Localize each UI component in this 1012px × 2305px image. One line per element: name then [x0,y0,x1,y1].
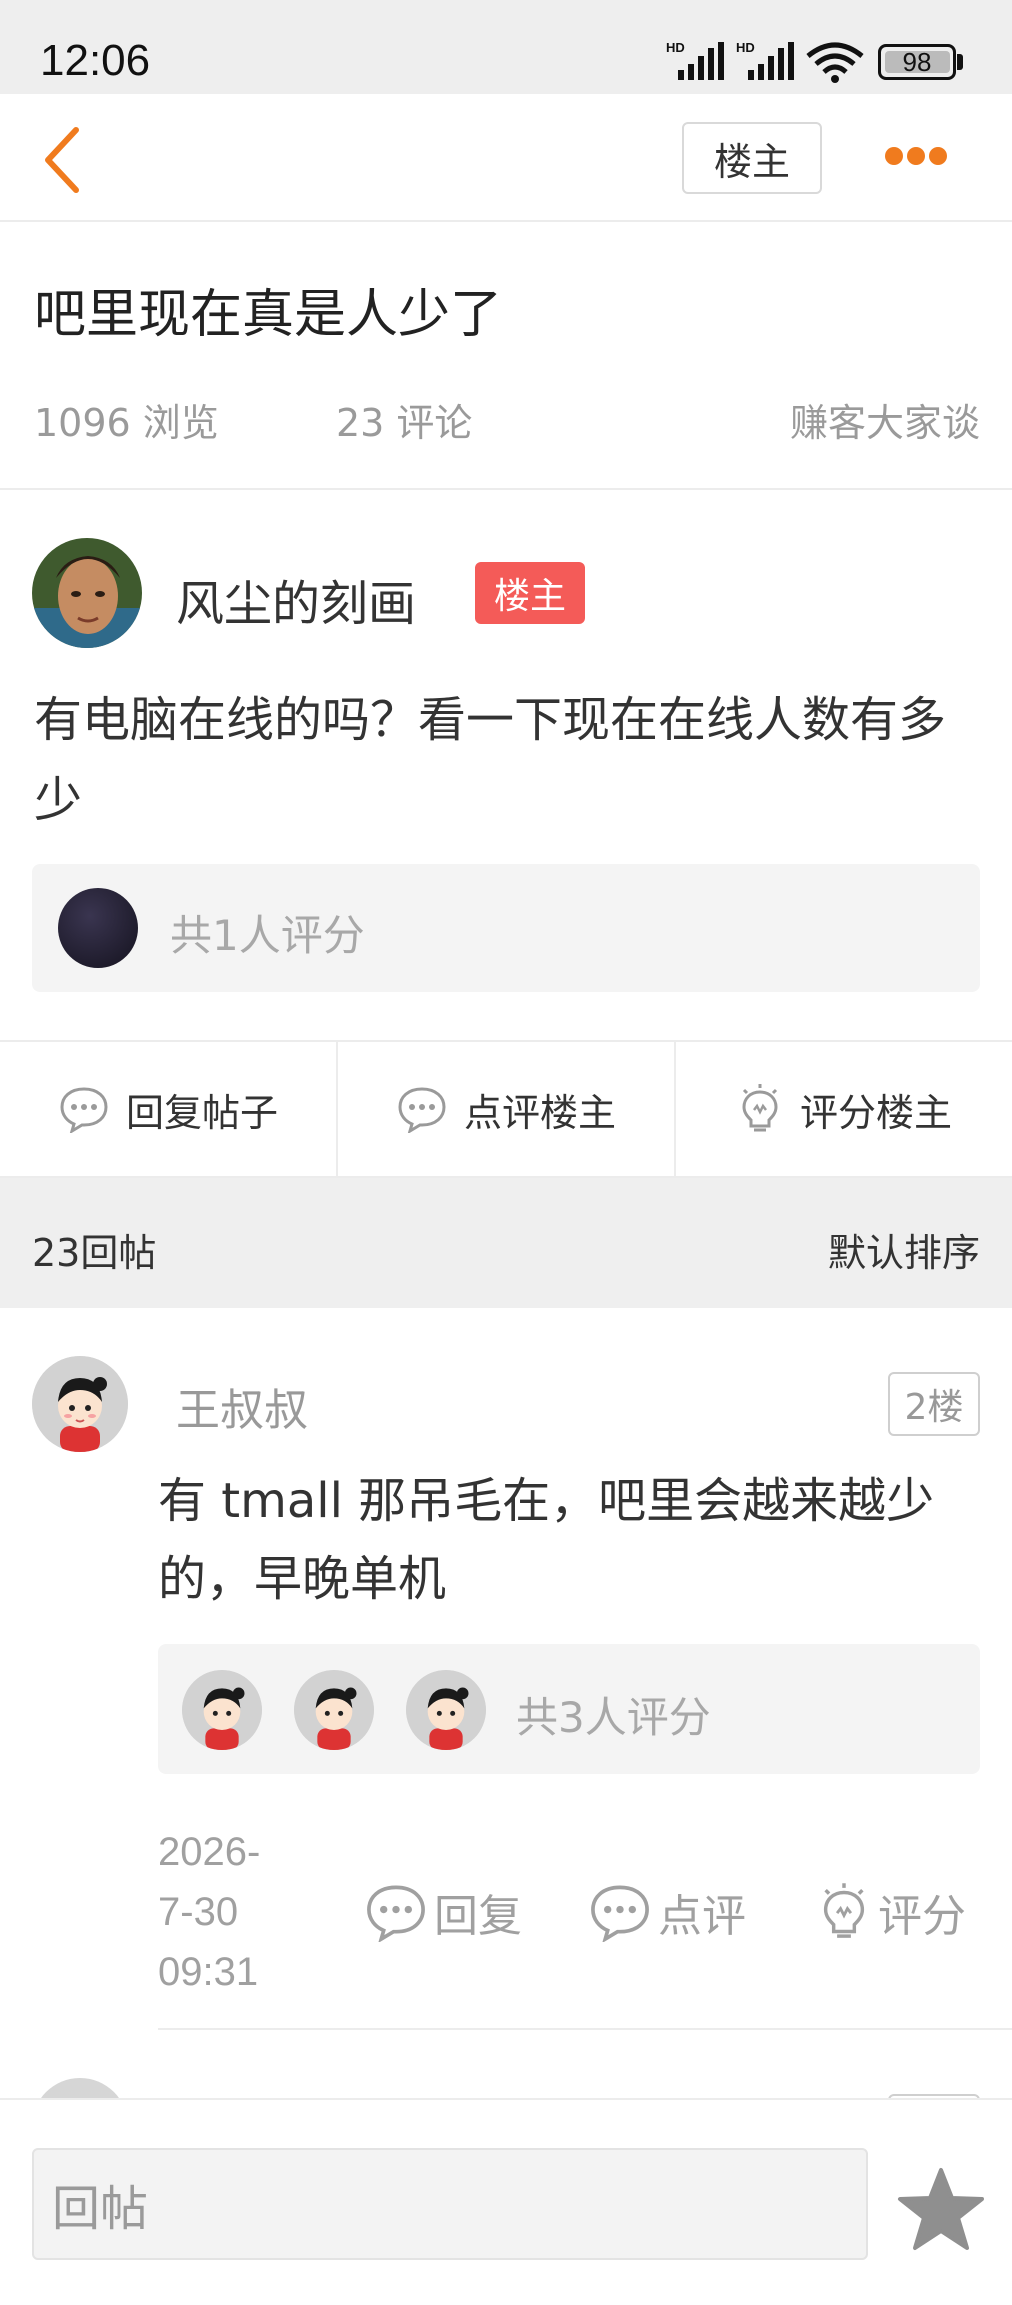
reply-reply-button[interactable]: 回复 [364,1880,522,1944]
reply-rate-button[interactable]: 评分 [816,1880,966,1944]
reply-label: 回复 [434,1891,522,1942]
view-count: 1096 浏览 [34,401,219,445]
reply-count: 23回帖 [32,1231,157,1275]
reply-comment-button[interactable]: 点评 [588,1880,746,1944]
rater-avatar [58,888,138,968]
date-line: 7-30 [158,1890,239,1934]
rate-label: 评分 [878,1891,966,1942]
top-nav: 楼主 [0,94,1012,222]
comment-count: 23 评论 [336,401,473,445]
more-dots-icon[interactable] [884,146,948,166]
reply-body: 有 tmall 那吊毛在，吧里会越来越少的，早晚单机 [158,1473,935,1607]
hd-signal-icon: HD [666,40,724,80]
floor-badge: 2楼 [888,1372,980,1436]
comment-owner-label: 点评楼主 [463,1090,616,1135]
reply-avatar[interactable] [32,1356,128,1452]
reply-timestamp: 2026- 7-30 09:31 [158,1822,298,2002]
battery-tip [957,54,963,70]
divider [0,488,1012,490]
svg-text:HD: HD [736,40,755,55]
sort-button[interactable]: 默认排序 [828,1222,980,1277]
battery-level: 98 [902,46,932,77]
reply-rating-summary[interactable]: 共3人评分 [158,1644,980,1774]
rating-summary-text: 共3人评分 [516,1693,711,1742]
post-body: 有电脑在线的吗？看一下现在在线人数有多少 [34,692,947,828]
rating-summary-text: 共1人评分 [170,911,365,960]
comment-label: 点评 [658,1891,746,1942]
date-line: 2026- [158,1830,261,1874]
comment-bubble-icon [398,1087,446,1133]
svg-text:HD: HD [666,40,685,55]
star-icon[interactable] [896,2166,986,2254]
wifi-icon [806,42,864,83]
post-action-row: 回复帖子 点评楼主 评分楼主 [0,1040,1012,1178]
back-chevron-icon[interactable] [36,122,96,198]
battery-icon: 98 [878,44,956,80]
post-rating-summary[interactable]: 共1人评分 [32,864,980,992]
owner-badge: 楼主 [475,562,585,624]
rate-owner-label: 评分楼主 [799,1090,952,1135]
post-title: 吧里现在真是人少了 [34,285,503,345]
time-line: 09:31 [158,1950,259,1994]
comment-bubble-icon [367,1885,425,1942]
reply-username[interactable]: 王叔叔 [176,1374,308,1438]
status-time: 12:06 [40,36,151,85]
owner-only-button[interactable]: 楼主 [682,122,822,194]
rater-avatar [294,1670,374,1750]
comment-owner-button[interactable]: 点评楼主 [338,1042,676,1176]
replies-header: 23回帖 默认排序 [0,1178,1012,1308]
status-bar: 12:06 HD HD 98 [0,0,1012,94]
lightbulb-icon [823,1883,865,1938]
author-avatar[interactable] [32,538,142,648]
divider [158,2028,1012,2030]
hd-signal-icon: HD [736,40,794,80]
lightbulb-icon [742,1084,778,1132]
reply-input[interactable]: 回帖 [32,2148,868,2260]
rate-owner-button[interactable]: 评分楼主 [676,1042,1012,1176]
reply-post-label: 回复帖子 [125,1090,278,1135]
bottom-reply-bar: 回帖 [0,2098,1012,2305]
author-name[interactable]: 风尘的刻画 [176,564,416,634]
page: 12:06 HD HD 98 楼主 吧里现在真是人少了 1096 浏览 23 评… [0,0,1012,2305]
forum-name[interactable]: 赚客大家谈 [790,392,980,447]
rater-avatar [182,1670,262,1750]
rater-avatar [406,1670,486,1750]
comment-bubble-icon [60,1087,108,1133]
reply-post-button[interactable]: 回复帖子 [0,1042,338,1176]
comment-bubble-icon [591,1885,649,1942]
